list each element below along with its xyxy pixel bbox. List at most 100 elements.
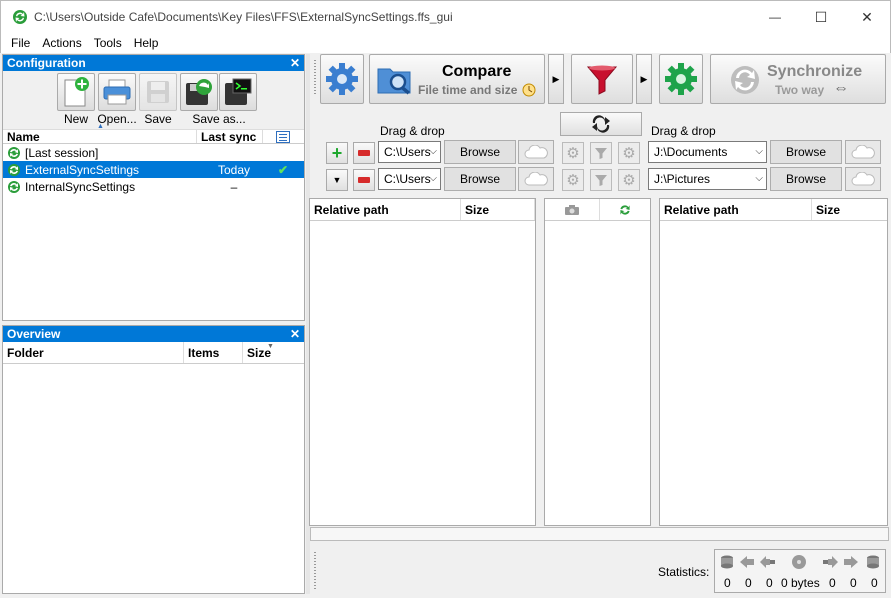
overview-panel: Overview ✕ Folder Items Size ▼ xyxy=(2,325,305,594)
folder-pairs-expand-button[interactable]: ▼ xyxy=(326,169,348,191)
right-folder-input-2[interactable]: J:\Pictures ⌵ xyxy=(648,168,767,190)
left-file-grid[interactable]: Relative path Size xyxy=(309,198,536,526)
triangle-down-icon: ▼ xyxy=(332,175,342,185)
save-as-script-button[interactable] xyxy=(219,73,257,111)
sort-descending-icon: ▼ xyxy=(267,343,274,350)
config-row-last-session[interactable]: [Last session] xyxy=(3,144,304,161)
statistics-area: Statistics: 0 0 0 0 bytes 0 0 0 xyxy=(312,545,889,595)
chevron-down-icon: ⌵ xyxy=(755,173,763,184)
right-size-header[interactable]: Size xyxy=(812,199,887,220)
sync-icon xyxy=(8,180,20,193)
stat-delete-right-count: 0 xyxy=(871,576,878,590)
menu-tools[interactable]: Tools xyxy=(88,33,128,53)
compare-subtitle: File time and size xyxy=(418,83,518,97)
statistics-label: Statistics: xyxy=(658,565,710,579)
remove-folder-pair-button-2[interactable] xyxy=(353,169,375,191)
compare-dropdown-button[interactable]: ▶ xyxy=(548,54,564,104)
middle-grid-header xyxy=(545,199,650,221)
left-drag-drop-label: Drag & drop xyxy=(380,124,445,138)
overview-header: Overview ✕ xyxy=(3,326,304,342)
minus-icon xyxy=(358,177,370,183)
folder-column-header[interactable]: Folder xyxy=(3,342,184,363)
middle-category-header[interactable] xyxy=(545,199,601,220)
last-sync-column-header[interactable]: Last sync xyxy=(197,130,263,144)
left-browse-button-2[interactable]: Browse xyxy=(444,167,516,191)
left-cloud-button-1[interactable] xyxy=(518,140,554,164)
swap-sides-button[interactable] xyxy=(560,112,642,136)
cloud-icon xyxy=(524,145,548,159)
gear-icon: ⚙ xyxy=(622,145,636,162)
folder-pairs: Drag & drop Drag & drop + C:\Users ⌵ Brow… xyxy=(320,110,889,194)
gear-green-icon xyxy=(665,63,697,95)
config-row-internal[interactable]: InternalSyncSettings – xyxy=(3,178,304,195)
delete-right-icon xyxy=(867,555,879,569)
left-relative-path-header[interactable]: Relative path xyxy=(310,199,461,220)
minimize-button[interactable]: — xyxy=(752,1,798,33)
left-cloud-button-2[interactable] xyxy=(518,167,554,191)
right-browse-button-1[interactable]: Browse xyxy=(770,140,842,164)
stat-update-right-count: 0 xyxy=(850,576,857,590)
add-folder-pair-button[interactable]: + xyxy=(326,142,348,164)
minus-icon xyxy=(358,150,370,156)
menu-help[interactable]: Help xyxy=(128,33,165,53)
left-pair-settings-button-2[interactable]: ⚙ xyxy=(562,169,584,191)
save-config-button[interactable] xyxy=(139,73,177,111)
right-folder-path-1: J:\Documents xyxy=(654,145,728,159)
stat-delete-left-count: 0 xyxy=(724,576,731,590)
right-folder-input-1[interactable]: J:\Documents ⌵ xyxy=(648,141,767,163)
left-browse-button-1[interactable]: Browse xyxy=(444,140,516,164)
filter-button[interactable] xyxy=(571,54,633,104)
compare-settings-button[interactable] xyxy=(320,54,364,104)
right-cloud-button-1[interactable] xyxy=(845,140,881,164)
overview-close-icon[interactable]: ✕ xyxy=(290,326,300,342)
right-relative-path-header[interactable]: Relative path xyxy=(660,199,812,220)
right-browse-button-2[interactable]: Browse xyxy=(770,167,842,191)
middle-sync-action-header[interactable] xyxy=(600,199,650,220)
chevron-down-icon: ⌵ xyxy=(429,173,437,184)
configuration-toolbar: New Open... Save Save as... xyxy=(3,71,304,129)
right-pair-settings-button-1[interactable]: ⚙ xyxy=(618,142,640,164)
sync-settings-button[interactable] xyxy=(659,54,703,104)
pair-filter-button-1[interactable] xyxy=(590,142,612,164)
pair-filter-button-2[interactable] xyxy=(590,169,612,191)
status-bar xyxy=(310,527,889,541)
right-grid-header: Relative path Size xyxy=(660,199,887,221)
right-pair-settings-button-2[interactable]: ⚙ xyxy=(618,169,640,191)
left-size-header[interactable]: Size xyxy=(461,199,535,220)
name-column-header[interactable]: Name xyxy=(3,130,197,144)
menu-file[interactable]: File xyxy=(5,33,36,53)
config-row-external[interactable]: ExternalSyncSettings Today ✔ xyxy=(3,161,304,178)
stat-create-right-count: 0 xyxy=(829,576,836,590)
save-as-batch-button[interactable] xyxy=(180,73,218,111)
compare-title: Compare xyxy=(442,63,512,80)
filter-dropdown-button[interactable]: ▶ xyxy=(636,54,652,104)
stat-create-left-count: 0 xyxy=(766,576,773,590)
filter-icon xyxy=(595,148,607,159)
left-folder-input-1[interactable]: C:\Users ⌵ xyxy=(378,141,441,163)
compare-button[interactable]: Compare File time and size xyxy=(369,54,545,104)
remove-folder-pair-button[interactable] xyxy=(353,142,375,164)
stat-update-left-count: 0 xyxy=(745,576,752,590)
stat-bytes: 0 bytes xyxy=(781,576,820,590)
column-settings-icon[interactable] xyxy=(276,131,290,143)
create-left-icon xyxy=(760,556,775,568)
maximize-button[interactable]: ☐ xyxy=(798,1,844,33)
gear-icon: ⚙ xyxy=(622,172,636,189)
configuration-close-icon[interactable]: ✕ xyxy=(290,55,300,71)
gear-icon xyxy=(326,63,358,95)
items-column-header[interactable]: Items xyxy=(184,342,243,363)
size-column-header[interactable]: Size ▼ xyxy=(243,342,303,363)
right-cloud-button-2[interactable] xyxy=(845,167,881,191)
left-folder-input-2[interactable]: C:\Users ⌵ xyxy=(378,168,441,190)
config-last-sync: – xyxy=(230,179,238,194)
new-config-button[interactable] xyxy=(57,73,95,111)
bytes-disk-icon xyxy=(792,555,806,569)
left-pair-settings-button-1[interactable]: ⚙ xyxy=(562,142,584,164)
right-file-grid[interactable]: Relative path Size xyxy=(659,198,888,526)
open-config-button[interactable] xyxy=(98,73,136,111)
swap-icon xyxy=(592,115,610,133)
menu-actions[interactable]: Actions xyxy=(36,33,87,53)
middle-action-grid[interactable] xyxy=(544,198,651,526)
close-window-button[interactable]: ✕ xyxy=(844,1,890,33)
synchronize-button[interactable]: Synchronize Two way ⇔ xyxy=(710,54,886,104)
